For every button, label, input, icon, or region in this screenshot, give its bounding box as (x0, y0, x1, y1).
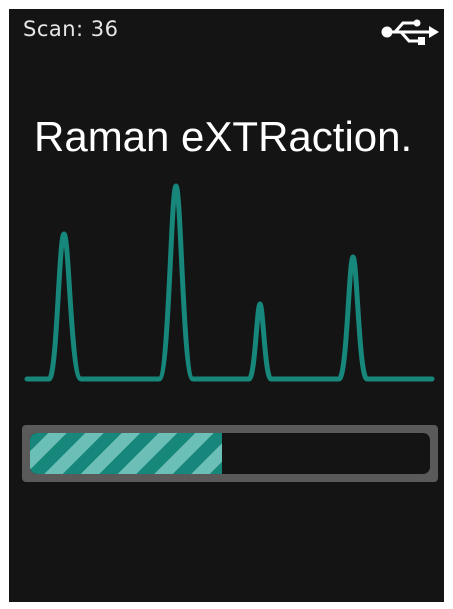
progress-fill (30, 433, 222, 474)
page-title: Raman eXTRaction. (34, 113, 413, 160)
progress-track (30, 433, 430, 474)
spectrum-graphic (24, 183, 435, 382)
device-screen: Scan: 36 Raman eXTRaction. (9, 9, 444, 602)
progress-bar (22, 425, 438, 482)
spectrum-trace (24, 183, 435, 382)
usb-icon (381, 19, 439, 45)
scan-count-label: Scan: 36 (23, 17, 119, 41)
